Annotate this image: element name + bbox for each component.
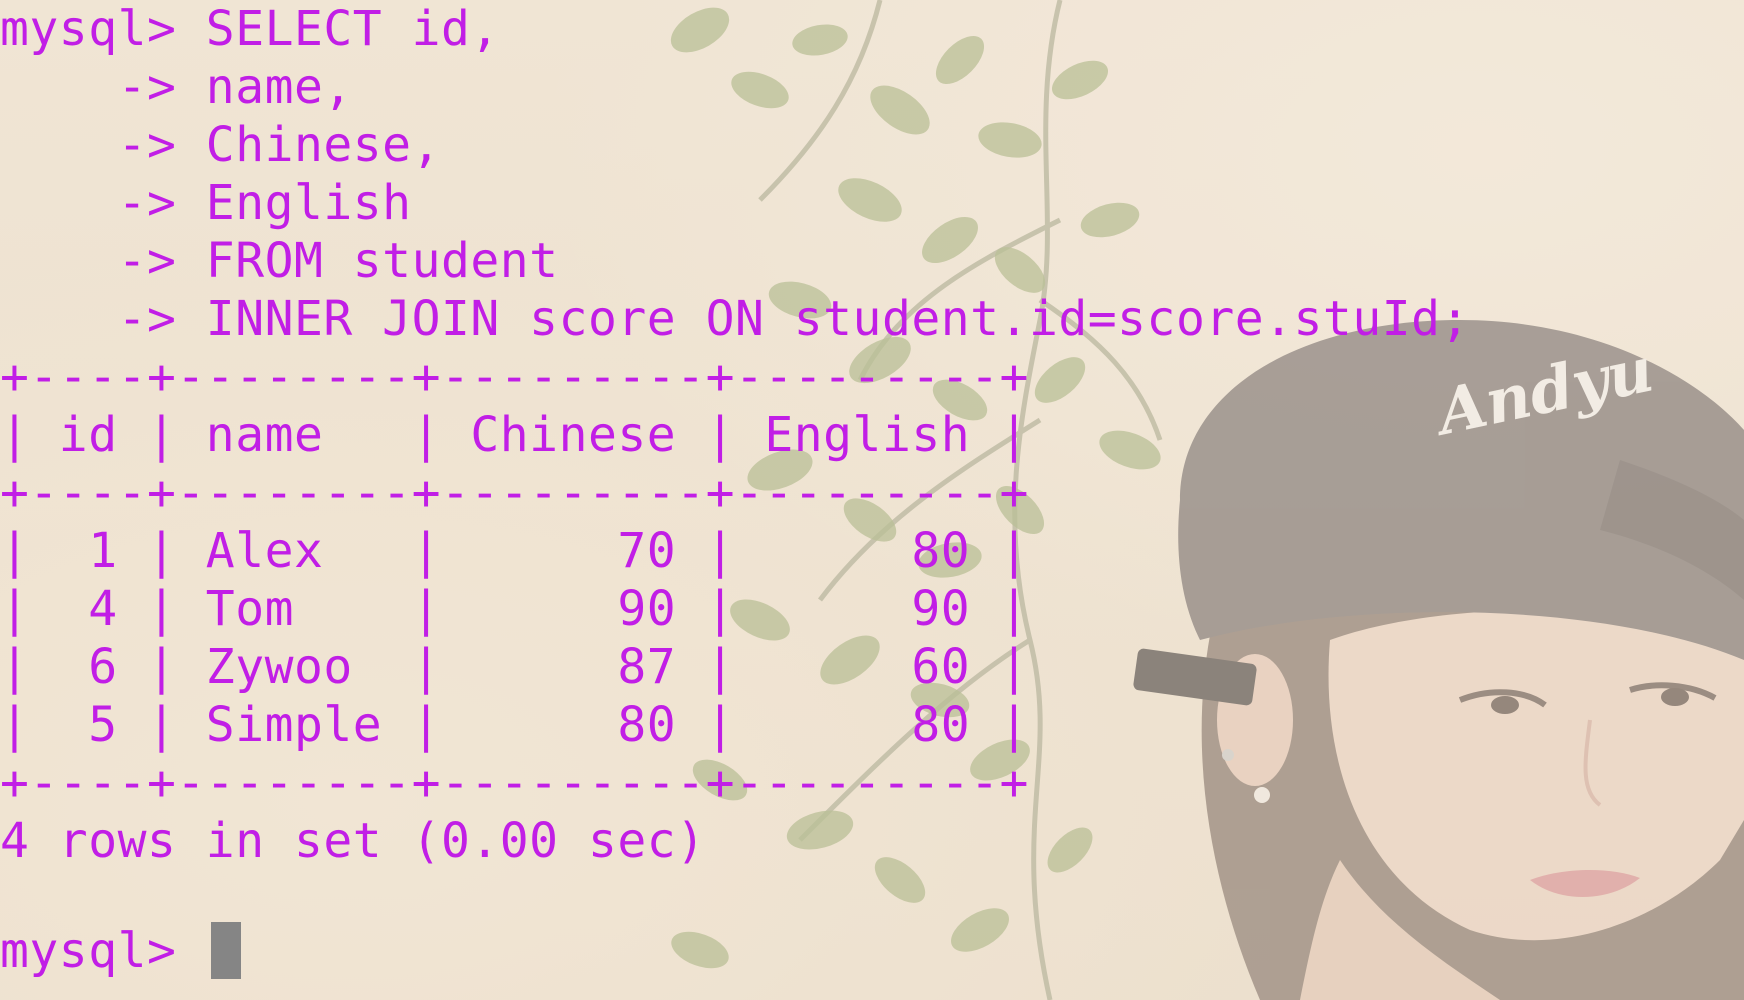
result-summary: 4 rows in set (0.00 sec) [0,813,706,869]
query-line-2: -> name, [0,59,353,115]
table-row: | 5 | Simple | 80 | 80 | [0,697,1029,753]
table-row: | 1 | Alex | 70 | 80 | [0,523,1029,579]
command-prompt[interactable]: mysql> [0,922,206,980]
table-header-row: | id | name | Chinese | English | [0,407,1029,463]
text-cursor [211,922,241,979]
table-row: | 4 | Tom | 90 | 90 | [0,581,1029,637]
query-line-3: -> Chinese, [0,117,441,173]
table-border-mid: +----+--------+---------+---------+ [0,465,1029,521]
query-line-5: -> FROM student [0,233,559,289]
table-border-top: +----+--------+---------+---------+ [0,349,1029,405]
table-border-bottom: +----+--------+---------+---------+ [0,755,1029,811]
mysql-terminal[interactable]: mysql> SELECT id, -> name, -> Chinese, -… [0,0,1744,1000]
query-line-4: -> English [0,175,412,231]
query-line-6: -> INNER JOIN score ON student.id=score.… [0,291,1470,347]
table-row: | 6 | Zywoo | 87 | 60 | [0,639,1029,695]
query-line-1: mysql> SELECT id, [0,1,500,57]
